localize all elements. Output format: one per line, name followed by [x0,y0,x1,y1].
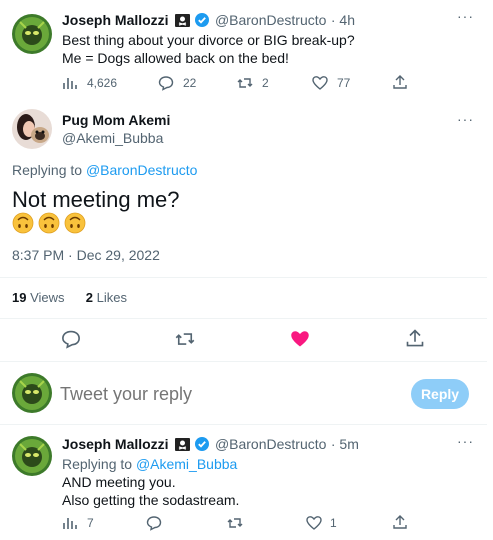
reply-count: 22 [183,76,197,90]
emoji-row [12,212,86,239]
share-icon[interactable] [405,328,425,348]
more-options-icon[interactable]: ··· [457,433,474,449]
reply-icon[interactable] [158,75,174,91]
share-icon[interactable] [392,514,408,530]
tweet-timestamp[interactable]: 8:37 PM · Dec 29, 2022 [12,247,160,263]
share-icon[interactable] [392,74,408,90]
divider [0,424,487,425]
replying-to: Replying to @BaronDestructo [12,162,197,178]
divider [0,318,487,319]
views-count: 7 [87,516,94,530]
avatar-akemi[interactable] [12,109,52,149]
replying-to-handle[interactable]: @Akemi_Bubba [136,456,237,472]
tweet-time[interactable]: · 4h [331,12,355,28]
verified-badge-icon [194,12,210,33]
avatar-joseph-1[interactable] [12,14,52,54]
avatar-current-user[interactable] [12,373,52,413]
author-handle[interactable]: @BaronDestructo [215,436,326,452]
replying-to-label: Replying to [62,456,133,472]
pirate-flag-icon [175,14,191,27]
likes-count[interactable]: 2 [86,290,93,305]
author-name[interactable]: Pug Mom Akemi [62,112,170,128]
upside-down-face-icon [12,212,34,239]
divider [0,361,487,362]
views-count: 4,626 [87,76,118,90]
likes-label[interactable]: Likes [97,290,127,305]
author-name[interactable]: Joseph Mallozzi [62,12,169,28]
like-icon[interactable] [312,75,328,91]
tweet-text-line: Best thing about your divorce or BIG bre… [62,32,355,48]
views-label[interactable]: Views [30,290,64,305]
engagement-stats: 19 Views 2 Likes [12,290,127,305]
author-handle[interactable]: @BaronDestructo [215,12,326,28]
liked-heart-icon[interactable] [290,329,310,349]
more-options-icon[interactable]: ··· [457,8,474,24]
views-icon[interactable] [62,515,78,531]
reply-input[interactable] [60,380,390,408]
tweet1-header: Joseph Mallozzi @BaronDestructo · 4h [62,12,355,33]
upside-down-face-icon [38,212,60,239]
replying-to-handle[interactable]: @BaronDestructo [86,162,197,178]
reply-icon[interactable] [146,515,162,531]
retweet-icon[interactable] [227,515,243,531]
retweet-icon[interactable] [237,75,253,91]
tweet2-text: AND meeting you. Also getting the sodast… [62,473,239,509]
verified-badge-icon [194,436,210,457]
author-name[interactable]: Joseph Mallozzi [62,436,169,452]
retweet-icon[interactable] [175,329,195,349]
like-count: 1 [330,516,337,530]
avatar-joseph-2[interactable] [12,436,52,476]
upside-down-face-icon [64,212,86,239]
reply-button[interactable]: Reply [411,379,469,409]
tweet-text-line: Me = Dogs allowed back on the bed! [62,50,289,66]
views-count[interactable]: 19 [12,290,26,305]
author-handle[interactable]: @Akemi_Bubba [62,130,163,146]
like-count: 77 [337,76,351,90]
tweet1-text: Best thing about your divorce or BIG bre… [62,31,355,67]
replying-to: Replying to @Akemi_Bubba [62,456,237,472]
views-icon[interactable] [62,75,78,91]
like-icon[interactable] [306,515,322,531]
divider [0,277,487,278]
tweet2-header: Joseph Mallozzi @BaronDestructo · 5m [62,436,359,457]
main-tweet-text: Not meeting me? [12,187,180,212]
more-options-icon[interactable]: ··· [457,111,474,127]
retweet-count: 2 [262,76,269,90]
pirate-flag-icon [175,438,191,451]
reply-icon[interactable] [61,329,81,349]
tweet-time[interactable]: · 5m [331,436,359,452]
tweet-text-line: AND meeting you. [62,474,176,490]
tweet-text-line: Also getting the sodastream. [62,492,240,508]
replying-to-label: Replying to [12,162,83,178]
